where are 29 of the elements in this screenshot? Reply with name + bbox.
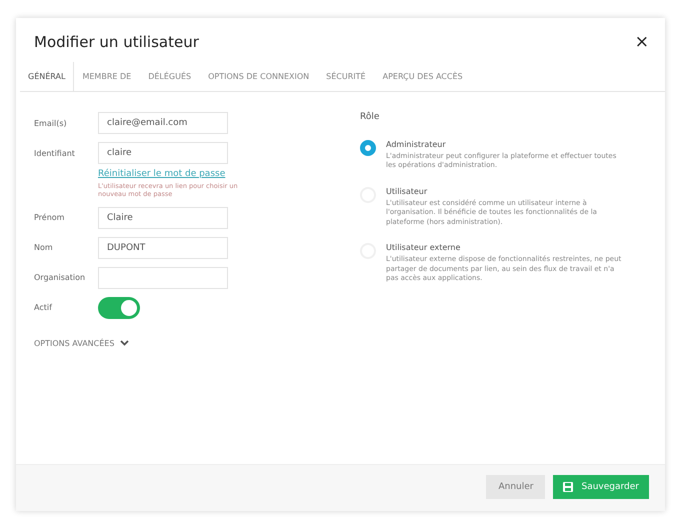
input-field[interactable]: DUPONT xyxy=(98,236,228,259)
option-title: Utilisateur xyxy=(386,186,428,196)
tab[interactable]: APERÇU DES ACCÈS xyxy=(374,62,472,91)
dialog-title: Modifier un utilisateur xyxy=(34,33,199,51)
radio-button[interactable] xyxy=(360,140,376,156)
option-title: Utilisateur externe xyxy=(386,243,462,252)
close-button[interactable]: × xyxy=(634,32,649,52)
input-field[interactable]: claire@email.com xyxy=(98,112,228,134)
advanced-options-toggle[interactable]: OPTIONS AVANCÉES xyxy=(34,338,334,348)
tab[interactable]: OPTIONS DE CONNEXION xyxy=(200,62,318,91)
section-label: Rôle xyxy=(360,112,380,122)
field-label: Nom xyxy=(34,243,54,252)
save-button[interactable]: Sauvegarder xyxy=(553,475,649,499)
field-label: Actif xyxy=(34,303,54,312)
field-label: Identifiant xyxy=(34,148,76,158)
input-field[interactable]: claire xyxy=(98,142,228,164)
field-label: Organisation xyxy=(34,273,86,282)
toggle-switch[interactable] xyxy=(98,296,140,319)
field-label: Email(s) xyxy=(34,118,68,128)
tab[interactable]: SÉCURITÉ xyxy=(318,62,375,91)
option-title: Administrateur xyxy=(386,140,447,149)
chevron-icon xyxy=(120,340,130,346)
tab[interactable]: DÉLÉGUÉS xyxy=(140,62,200,91)
input-field[interactable] xyxy=(98,266,228,289)
field-label: Prénom xyxy=(34,213,66,222)
reset-password-link[interactable]: Réinitialiser le mot de passe xyxy=(98,169,248,179)
cancel-button[interactable]: Annuler xyxy=(486,475,546,499)
input-field[interactable]: Claire xyxy=(98,206,228,229)
tab[interactable]: MEMBRE DE xyxy=(74,62,140,91)
